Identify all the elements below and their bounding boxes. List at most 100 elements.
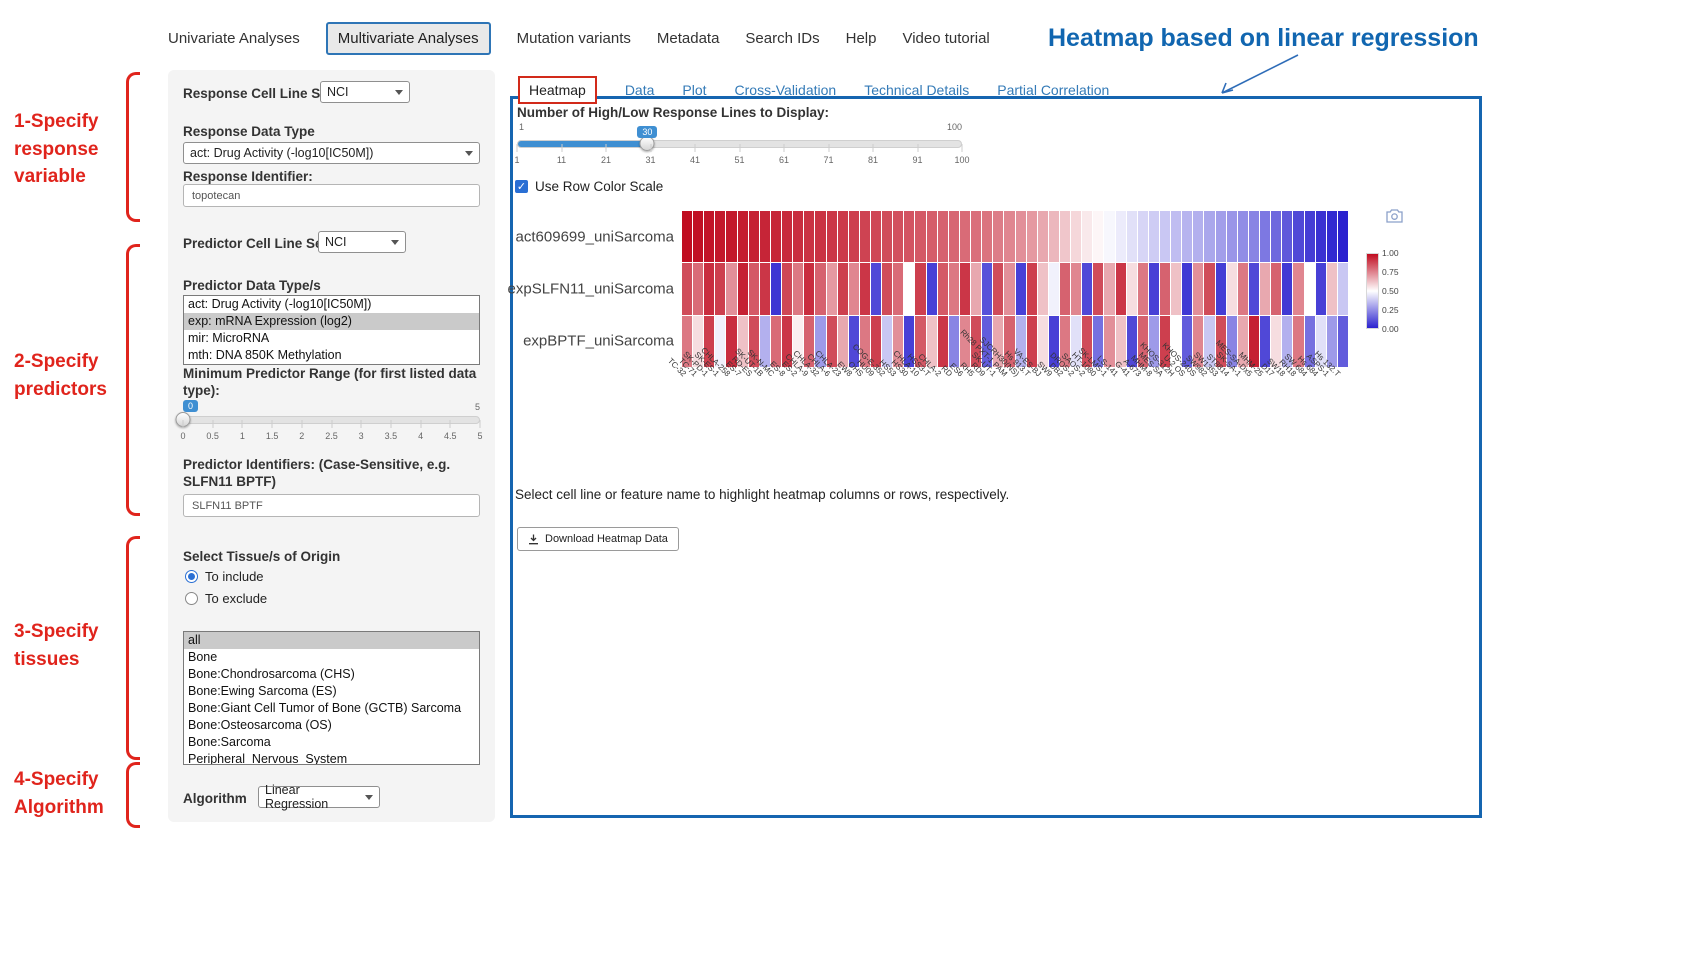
heatmap-cell[interactable]: [1271, 211, 1281, 262]
heatmap-cell[interactable]: [693, 211, 703, 262]
row-color-scale-row[interactable]: Use Row Color Scale: [515, 179, 663, 194]
nav-item-video-tutorial[interactable]: Video tutorial: [902, 30, 989, 47]
response-cell-line-set-select[interactable]: NCI: [320, 81, 410, 103]
download-heatmap-button[interactable]: Download Heatmap Data: [517, 527, 679, 551]
heatmap-cell[interactable]: [1216, 211, 1226, 262]
list-option-all[interactable]: all: [184, 632, 479, 649]
list-option-bone-osteosarcoma-os[interactable]: Bone:Osteosarcoma (OS): [184, 717, 479, 734]
nav-item-mutation-variants[interactable]: Mutation variants: [517, 30, 631, 47]
heatmap-cell[interactable]: [1049, 211, 1059, 262]
heatmap-cell[interactable]: [1071, 211, 1081, 262]
tab-plot[interactable]: Plot: [682, 82, 706, 98]
heatmap-cell[interactable]: [1171, 211, 1181, 262]
list-option-bone-chondrosarcoma-chs[interactable]: Bone:Chondrosarcoma (CHS): [184, 666, 479, 683]
heatmap-cell[interactable]: [1249, 211, 1259, 262]
heatmap-cell[interactable]: [1027, 211, 1037, 262]
heatmap-cell[interactable]: [1338, 316, 1348, 367]
heatmap-cell[interactable]: [827, 211, 837, 262]
heatmap-cell[interactable]: [715, 211, 725, 262]
lines-slider[interactable]: 1 100 30 1112131415161718191100: [517, 122, 962, 166]
heatmap-row-label-act609699-unisarcoma[interactable]: act609699_uniSarcoma: [516, 229, 674, 246]
predictor-cell-line-set-select[interactable]: NCI: [318, 231, 406, 253]
heatmap-cell[interactable]: [1116, 211, 1126, 262]
heatmap-cell[interactable]: [871, 211, 881, 262]
heatmap-cell[interactable]: [793, 211, 803, 262]
heatmap-cell[interactable]: [804, 211, 814, 262]
heatmap-cell[interactable]: [1260, 211, 1270, 262]
heatmap-cell[interactable]: [1104, 211, 1114, 262]
heatmap-cell[interactable]: [1305, 211, 1315, 262]
radio-include-icon[interactable]: [185, 570, 198, 583]
heatmap-cell[interactable]: [971, 211, 981, 262]
heatmap-cell[interactable]: [1138, 211, 1148, 262]
tab-partial-correlation[interactable]: Partial Correlation: [997, 82, 1109, 98]
tab-cross-validation[interactable]: Cross-Validation: [735, 82, 837, 98]
heatmap-cell[interactable]: [1060, 211, 1070, 262]
nav-item-multivariate-analyses[interactable]: Multivariate Analyses: [326, 22, 491, 55]
heatmap-cell[interactable]: [1093, 211, 1103, 262]
heatmap-cell[interactable]: [1293, 211, 1303, 262]
nav-item-help[interactable]: Help: [846, 30, 877, 47]
tab-technical-details[interactable]: Technical Details: [864, 82, 969, 98]
heatmap-cell[interactable]: [1293, 263, 1303, 314]
heatmap-cell[interactable]: [949, 211, 959, 262]
nav-item-search-ids[interactable]: Search IDs: [745, 30, 819, 47]
heatmap-cell[interactable]: [726, 211, 736, 262]
heatmap-cell[interactable]: [838, 211, 848, 262]
list-option-mth-dna-850k-methylation[interactable]: mth: DNA 850K Methylation: [184, 347, 479, 364]
heatmap-cell[interactable]: [1004, 211, 1014, 262]
heatmap-cell[interactable]: [1204, 211, 1214, 262]
heatmap-cell[interactable]: [915, 211, 925, 262]
heatmap-cell[interactable]: [1316, 211, 1326, 262]
heatmap-cell[interactable]: [1338, 263, 1348, 314]
list-option-act-drug-activity-log10-ic50m[interactable]: act: Drug Activity (-log10[IC50M]): [184, 296, 479, 313]
response-identifier-input[interactable]: [183, 184, 480, 207]
heatmap-cell[interactable]: [927, 211, 937, 262]
heatmap-cell[interactable]: [849, 211, 859, 262]
response-data-type-select[interactable]: act: Drug Activity (-log10[IC50M]): [183, 142, 480, 164]
list-option-peripheral-nervous-system[interactable]: Peripheral_Nervous_System: [184, 751, 479, 765]
heatmap-cell[interactable]: [904, 211, 914, 262]
heatmap-cell[interactable]: [1327, 211, 1337, 262]
heatmap-cell[interactable]: [1082, 211, 1092, 262]
tissue-list[interactable]: allBoneBone:Chondrosarcoma (CHS)Bone:Ewi…: [183, 631, 480, 765]
tab-heatmap[interactable]: Heatmap: [518, 76, 597, 104]
heatmap-cell[interactable]: [1238, 211, 1248, 262]
lines-slider-handle[interactable]: [640, 136, 655, 151]
heatmap-cell[interactable]: [860, 211, 870, 262]
checkbox-icon[interactable]: [515, 180, 528, 193]
heatmap-cell[interactable]: [815, 211, 825, 262]
predictor-identifiers-input[interactable]: [183, 494, 480, 517]
algorithm-select[interactable]: Linear Regression: [258, 786, 380, 808]
heatmap-cell[interactable]: [938, 211, 948, 262]
list-option-bone-giant-cell-tumor-of-bone-gctb-sarcoma[interactable]: Bone:Giant Cell Tumor of Bone (GCTB) Sar…: [184, 700, 479, 717]
heatmap-cell[interactable]: [1227, 211, 1237, 262]
heatmap-cell[interactable]: [1038, 211, 1048, 262]
tissue-radio-0[interactable]: To include: [185, 569, 264, 584]
heatmap-cell[interactable]: [771, 211, 781, 262]
list-option-bone-ewing-sarcoma-es[interactable]: Bone:Ewing Sarcoma (ES): [184, 683, 479, 700]
heatmap-cell[interactable]: [1127, 211, 1137, 262]
heatmap-cell[interactable]: [1016, 211, 1026, 262]
heatmap-cell[interactable]: [982, 211, 992, 262]
heatmap-cell[interactable]: [682, 211, 692, 262]
heatmap-cell[interactable]: [1149, 211, 1159, 262]
heatmap-cell[interactable]: [1182, 211, 1192, 262]
radio-exclude-icon[interactable]: [185, 592, 198, 605]
nav-item-metadata[interactable]: Metadata: [657, 30, 720, 47]
heatmap-cell[interactable]: [704, 211, 714, 262]
heatmap-cell[interactable]: [993, 211, 1003, 262]
list-option-exp-mrna-expression-log2[interactable]: exp: mRNA Expression (log2): [184, 313, 479, 330]
heatmap-cell[interactable]: [960, 211, 970, 262]
heatmap-cell[interactable]: [1160, 211, 1170, 262]
heatmap-cell[interactable]: [749, 211, 759, 262]
heatmap-cell[interactable]: [1193, 211, 1203, 262]
list-option-mir-microrna[interactable]: mir: MicroRNA: [184, 330, 479, 347]
heatmap-cell[interactable]: [882, 211, 892, 262]
nav-item-univariate-analyses[interactable]: Univariate Analyses: [168, 30, 300, 47]
heatmap-cell[interactable]: [893, 211, 903, 262]
heatmap-cell[interactable]: [1338, 211, 1348, 262]
heatmap-cell[interactable]: [1305, 263, 1315, 314]
predictor-data-type-list[interactable]: act: Drug Activity (-log10[IC50M])exp: m…: [183, 295, 480, 365]
heatmap-cell[interactable]: [1316, 263, 1326, 314]
